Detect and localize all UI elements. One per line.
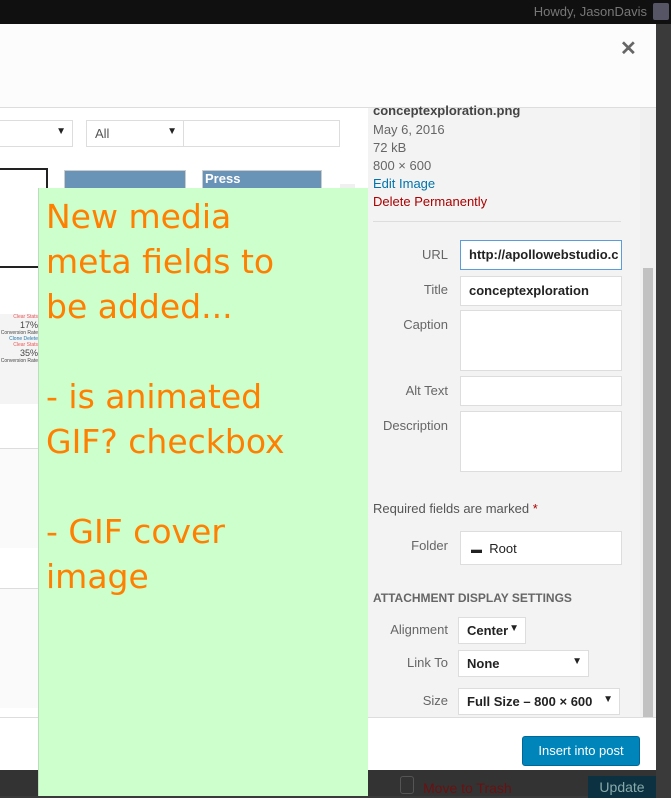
media-thumbnail[interactable]: [0, 588, 38, 708]
avatar[interactable]: [653, 3, 669, 20]
size-select[interactable]: Full Size – 800 × 600 ▼: [458, 688, 620, 715]
caption-field[interactable]: [460, 310, 622, 371]
alignment-label: Alignment: [390, 622, 448, 637]
title-field[interactable]: conceptexploration: [460, 276, 622, 306]
thumb-text: Conversion Rate: [0, 358, 38, 364]
size-value: Full Size – 800 × 600: [467, 694, 593, 709]
alignment-value: Center: [467, 623, 509, 638]
chevron-down-icon: ▼: [56, 126, 66, 137]
howdy-greeting[interactable]: Howdy, JasonDavis: [534, 4, 647, 19]
alt-text-label: Alt Text: [405, 383, 448, 398]
search-input[interactable]: [183, 120, 340, 147]
sidebar-scrollbar[interactable]: [640, 108, 656, 723]
media-thumbnail[interactable]: Clear Stats 17% Conversion Rate Clone De…: [0, 314, 38, 404]
move-to-trash-link[interactable]: Move to Trash: [423, 780, 512, 796]
file-dimensions: 800 × 600: [373, 158, 432, 173]
annotation-note: New media meta fields to be added... - i…: [38, 188, 368, 796]
modal-header: ✕: [0, 24, 656, 108]
url-label: URL: [421, 247, 448, 262]
file-date: May 6, 2016: [373, 122, 445, 137]
edit-image-link[interactable]: Edit Image: [373, 176, 435, 191]
title-label: Title: [423, 282, 448, 297]
insert-into-post-button[interactable]: Insert into post: [522, 736, 640, 766]
type-filter-select[interactable]: ▼: [0, 120, 73, 147]
required-star: *: [532, 501, 538, 516]
folder-value: Root: [489, 541, 517, 556]
url-field[interactable]: http://apollowebstudio.c: [460, 240, 622, 270]
date-filter-select[interactable]: All ▼: [86, 120, 184, 147]
size-label: Size: [422, 693, 448, 708]
alignment-select[interactable]: Center ▼: [458, 617, 526, 644]
link-to-value: None: [467, 656, 500, 671]
close-icon[interactable]: ✕: [620, 36, 637, 61]
divider: [373, 221, 621, 222]
trash-icon: [400, 776, 414, 794]
description-field[interactable]: [460, 411, 622, 472]
link-to-label: Link To: [407, 655, 448, 670]
chevron-down-icon: ▼: [603, 694, 613, 705]
scrollbar-thumb[interactable]: [643, 268, 653, 723]
file-size: 72 kB: [373, 140, 407, 155]
media-thumbnail[interactable]: [64, 170, 186, 190]
date-filter-value: All: [95, 126, 110, 141]
chevron-down-icon: ▼: [572, 656, 582, 667]
admin-bar: Howdy, JasonDavis: [0, 0, 671, 24]
caption-label: Caption: [403, 317, 448, 332]
delete-permanently-link[interactable]: Delete Permanently: [373, 194, 487, 209]
required-note: Required fields are marked *: [373, 501, 538, 516]
update-button[interactable]: Update: [588, 776, 656, 798]
attachment-details-sidebar: conceptexploration.png May 6, 2016 72 kB…: [368, 103, 656, 723]
thumb-text: 35%: [19, 348, 38, 358]
folder-label: Folder: [411, 538, 448, 553]
required-note-text: Required fields are marked: [373, 501, 530, 516]
media-thumbnail[interactable]: Press: [202, 170, 322, 190]
media-thumbnail[interactable]: [0, 448, 38, 548]
alt-text-field[interactable]: [460, 376, 622, 406]
thumb-text: 17%: [19, 320, 38, 330]
description-label: Description: [382, 418, 448, 433]
folder-select[interactable]: ▬ Root: [460, 531, 622, 565]
chevron-down-icon: ▼: [509, 623, 519, 634]
folder-icon: ▬: [471, 544, 482, 556]
thumbnail-text: Press: [205, 171, 241, 186]
link-to-select[interactable]: None ▼: [458, 650, 589, 677]
file-name: conceptexploration.png: [373, 103, 521, 118]
chevron-down-icon: ▼: [167, 126, 177, 137]
display-settings-heading: ATTACHMENT DISPLAY SETTINGS: [373, 591, 572, 605]
